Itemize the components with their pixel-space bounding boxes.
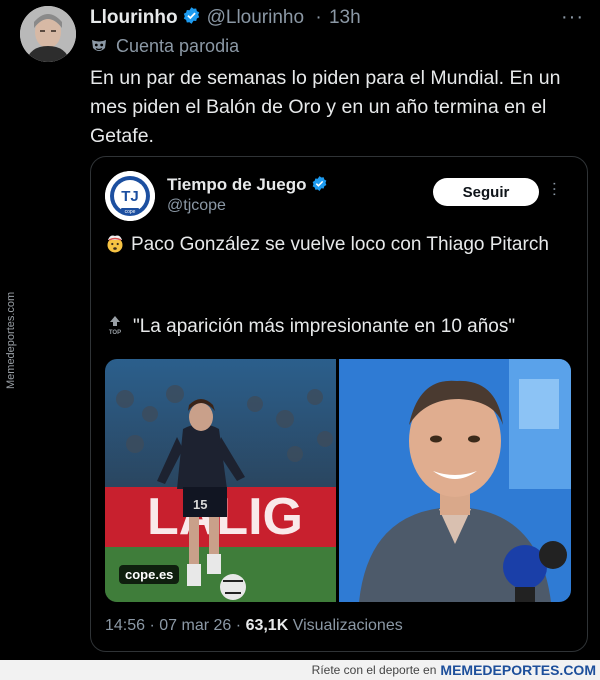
- tweet-meta: 14:56 · 07 mar 26 · 63,1K Visualizacione…: [105, 617, 403, 635]
- author-name[interactable]: Llourinho: [90, 7, 178, 28]
- media-source-badge: cope.es: [119, 565, 180, 584]
- quoted-text-line1-text: Paco González se vuelve loco con Thiago …: [131, 234, 549, 255]
- quoted-date[interactable]: 07 mar 26: [159, 617, 231, 634]
- quoted-text-line2-text: "La aparición más impresionante en 10 añ…: [133, 316, 516, 337]
- follow-button[interactable]: Seguir: [433, 178, 539, 206]
- quoted-author-name[interactable]: Tiempo de Juego: [167, 175, 307, 194]
- quoted-text-line1: Paco González se vuelve loco con Thiago …: [105, 231, 575, 258]
- quoted-logo-text: TJ: [121, 188, 139, 205]
- more-options-icon[interactable]: ···: [561, 6, 584, 29]
- tweet[interactable]: Llourinho @Llourinho · 13h ··· Cuenta par…: [0, 0, 600, 660]
- quoted-author-name-row[interactable]: Tiempo de Juego: [167, 175, 328, 197]
- quoted-text-line2: TOP "La aparición más impresionante en 1…: [105, 313, 575, 340]
- parody-mask-icon: [90, 37, 108, 55]
- quoted-author-avatar[interactable]: TJ cope: [105, 171, 155, 221]
- views-label[interactable]: Visualizaciones: [293, 617, 403, 634]
- footer-brand[interactable]: MEMEDEPORTES.COM: [440, 662, 596, 678]
- quoted-tweet[interactable]: TJ cope Tiempo de Juego @tjcope Seguir ·…: [90, 156, 588, 652]
- tweet-header: Llourinho @Llourinho · 13h: [90, 6, 361, 31]
- exploding-head-emoji-icon: [105, 233, 125, 253]
- tweet-text: En un par de semanas lo piden para el Mu…: [90, 67, 561, 147]
- quoted-verified-badge-icon: [311, 175, 328, 197]
- tweet-time[interactable]: 13h: [329, 7, 361, 28]
- author-avatar[interactable]: [20, 6, 76, 62]
- presenter-photo[interactable]: [339, 359, 571, 602]
- verified-badge-icon: [182, 6, 201, 31]
- player-photo[interactable]: LALIG 15 cope.es: [105, 359, 336, 602]
- views-count[interactable]: 63,1K: [246, 617, 289, 634]
- author-handle[interactable]: @Llourinho: [207, 7, 304, 28]
- quoted-time[interactable]: 14:56: [105, 617, 145, 634]
- footer-text: Ríete con el deporte en: [311, 663, 437, 677]
- quoted-media[interactable]: LALIG 15 cope.es: [105, 359, 571, 602]
- header-separator: ·: [315, 7, 322, 28]
- media-jersey-number: 15: [193, 497, 207, 512]
- parody-label-text: Cuenta parodia: [116, 36, 240, 56]
- top-arrow-emoji-icon: TOP: [105, 314, 125, 336]
- svg-text:TOP: TOP: [109, 330, 121, 336]
- side-watermark: Memedeportes.com: [5, 291, 17, 389]
- quoted-author-handle[interactable]: @tjcope: [167, 197, 226, 215]
- meta-separator-2: ·: [235, 617, 246, 634]
- quoted-more-options-icon[interactable]: ···: [546, 181, 563, 197]
- parody-label: Cuenta parodia: [90, 36, 239, 57]
- footer-watermark: Ríete con el deporte en MEMEDEPORTES.COM: [0, 660, 600, 680]
- meta-separator: ·: [149, 617, 160, 634]
- quoted-logo-subtext: cope: [125, 209, 136, 215]
